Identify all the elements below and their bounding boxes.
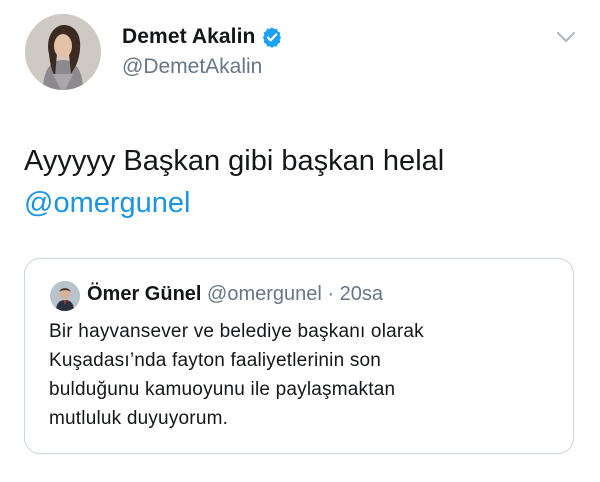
author-info: Demet Akalin @DemetAkalin (122, 24, 283, 79)
chevron-down-icon[interactable] (556, 30, 576, 44)
quoted-text-line: mutluluk duyuyorum. (49, 408, 229, 429)
quoted-text-line: Kuşadası’nda fayton faaliyetlerinin son (49, 350, 382, 371)
author-handle[interactable]: @DemetAkalin (122, 55, 283, 79)
quoted-tweet-header: Ömer Günel @omergunel · 20sa (87, 283, 383, 306)
quoted-tweet-text: Bir hayvansever ve belediye başkanı olar… (49, 317, 559, 433)
verified-badge-icon (261, 26, 283, 48)
quoted-text-line: Bir hayvansever ve belediye başkanı olar… (49, 321, 424, 342)
quoted-text-line: bulduğunu kamuoyunu ile paylaşmaktan (49, 379, 396, 400)
tweet-text: Ayyyyy Başkan gibi başkan helal @omergun… (24, 140, 444, 224)
mention-link[interactable]: @omergunel (24, 182, 444, 224)
tweet-text-line: Ayyyyy Başkan gibi başkan helal (24, 145, 445, 177)
quoted-author-avatar[interactable] (50, 281, 80, 311)
author-display-name[interactable]: Demet Akalin (122, 25, 255, 49)
quoted-tweet-time[interactable]: 20sa (340, 283, 383, 305)
author-avatar[interactable] (25, 14, 101, 90)
profile-photo-icon (25, 14, 101, 90)
tweet-card: Demet Akalin @DemetAkalin Ayyyyy Başkan … (0, 0, 600, 482)
quoted-author-name[interactable]: Ömer Günel (87, 283, 201, 305)
quoted-tweet[interactable]: Ömer Günel @omergunel · 20sa Bir hayvans… (24, 258, 574, 454)
profile-photo-icon (50, 281, 80, 311)
quoted-author-handle[interactable]: @omergunel (207, 283, 322, 305)
separator-dot: · (327, 283, 335, 305)
